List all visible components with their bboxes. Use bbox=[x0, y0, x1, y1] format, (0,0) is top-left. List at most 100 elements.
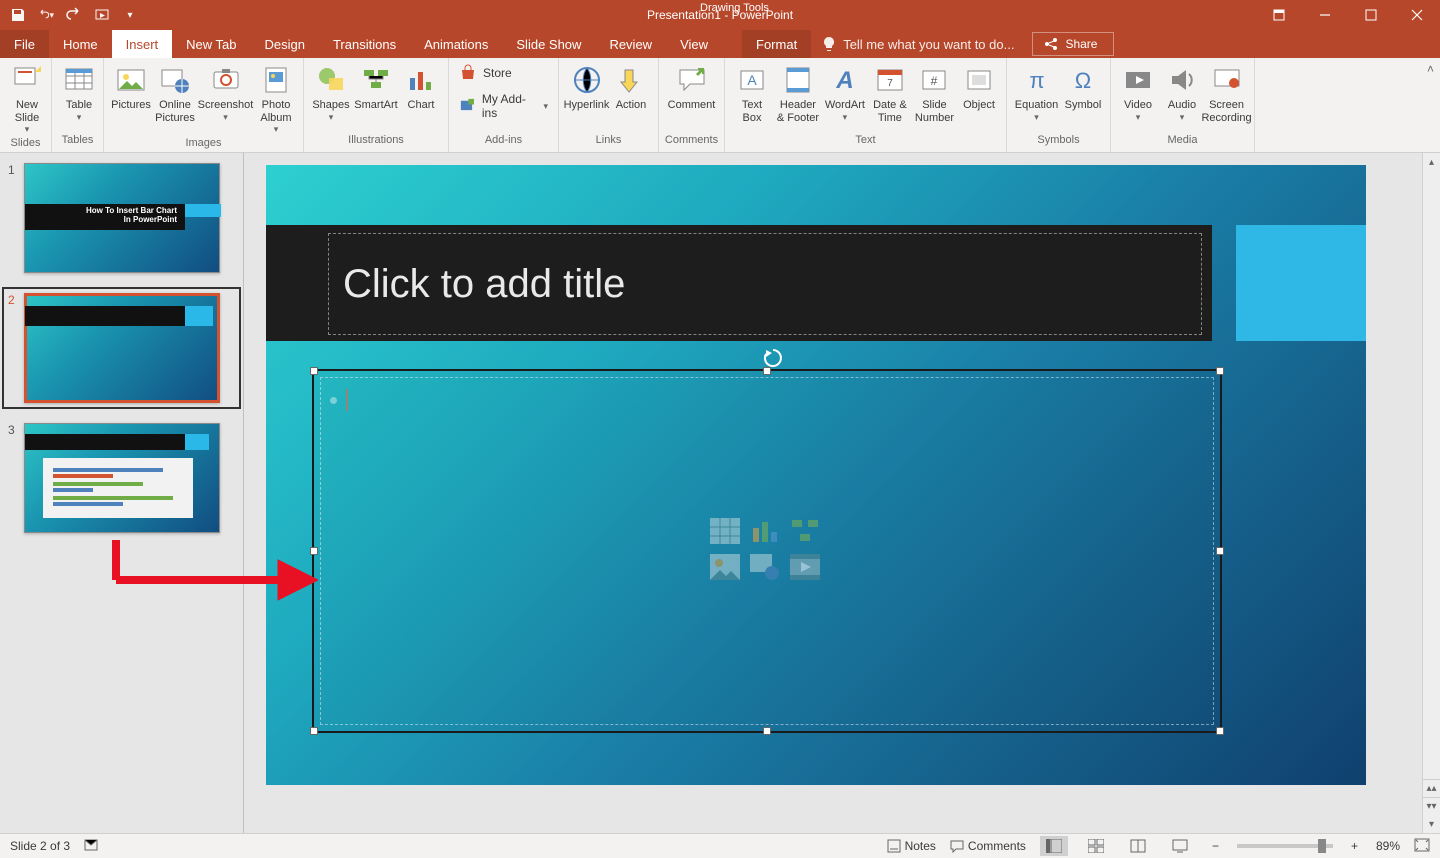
audio-button[interactable]: Audio▾ bbox=[1161, 62, 1203, 124]
reading-view-icon[interactable] bbox=[1124, 836, 1152, 856]
thumb-number-1: 1 bbox=[8, 163, 18, 177]
slide-thumbnail-2[interactable] bbox=[24, 293, 220, 403]
tab-design[interactable]: Design bbox=[251, 30, 319, 58]
zoom-level[interactable]: 89% bbox=[1376, 839, 1400, 853]
fit-to-window-icon[interactable] bbox=[1414, 838, 1430, 855]
tab-slideshow[interactable]: Slide Show bbox=[502, 30, 595, 58]
my-addins-button[interactable]: My Add-ins ▾ bbox=[455, 90, 552, 122]
insert-table-icon[interactable] bbox=[710, 518, 744, 548]
thumb-number-2: 2 bbox=[8, 293, 18, 307]
group-label-links: Links bbox=[559, 134, 658, 152]
title-placeholder[interactable]: Click to add title bbox=[328, 233, 1202, 335]
ribbon-display-options-icon[interactable] bbox=[1256, 0, 1302, 30]
slide-editor[interactable]: Click to add title bbox=[244, 153, 1440, 833]
header-footer-button[interactable]: Header & Footer bbox=[775, 62, 821, 126]
new-slide-button[interactable]: New Slide▾ bbox=[6, 62, 48, 137]
slide-thumbnail-3[interactable] bbox=[24, 423, 220, 533]
tab-home[interactable]: Home bbox=[49, 30, 112, 58]
smartart-button[interactable]: SmartArt bbox=[354, 62, 398, 114]
table-button[interactable]: Table▾ bbox=[58, 62, 100, 124]
slideshow-view-icon[interactable] bbox=[1166, 836, 1194, 856]
zoom-out-button[interactable]: − bbox=[1208, 839, 1223, 853]
screenshot-button[interactable]: Screenshot▾ bbox=[198, 62, 253, 124]
tab-format[interactable]: Format bbox=[742, 30, 811, 58]
wordart-button[interactable]: AWordArt▾ bbox=[823, 62, 867, 124]
slide-sorter-view-icon[interactable] bbox=[1082, 836, 1110, 856]
tab-file[interactable]: File bbox=[0, 30, 49, 58]
group-label-illustrations: Illustrations bbox=[304, 134, 448, 152]
video-icon bbox=[1122, 64, 1154, 96]
previous-slide-icon[interactable]: ▴▴ bbox=[1423, 779, 1440, 797]
scroll-down-icon[interactable]: ▾ bbox=[1423, 815, 1440, 833]
screen-recording-button[interactable]: Screen Recording bbox=[1205, 62, 1248, 126]
svg-text:7: 7 bbox=[887, 78, 893, 89]
text-box-button[interactable]: AText Box bbox=[731, 62, 773, 126]
notes-button[interactable]: Notes bbox=[887, 839, 936, 853]
tab-newtab[interactable]: New Tab bbox=[172, 30, 250, 58]
comments-button[interactable]: Comments bbox=[950, 839, 1026, 853]
slide-canvas[interactable]: Click to add title bbox=[266, 165, 1366, 785]
slide-indicator[interactable]: Slide 2 of 3 bbox=[10, 839, 70, 853]
spell-check-icon[interactable] bbox=[84, 837, 100, 856]
symbol-button[interactable]: ΩSymbol bbox=[1062, 62, 1104, 114]
slide-thumbnail-1[interactable]: How To Insert Bar Chart In PowerPoint bbox=[24, 163, 220, 273]
close-icon[interactable] bbox=[1394, 0, 1440, 30]
insert-chart-icon[interactable] bbox=[750, 518, 784, 548]
tab-transitions[interactable]: Transitions bbox=[319, 30, 410, 58]
shapes-icon bbox=[315, 64, 347, 96]
tab-review[interactable]: Review bbox=[595, 30, 666, 58]
tab-view[interactable]: View bbox=[666, 30, 722, 58]
collapse-ribbon-icon[interactable]: ˄ bbox=[1427, 62, 1434, 76]
hyperlink-button[interactable]: Hyperlink bbox=[565, 62, 608, 114]
status-bar: Slide 2 of 3 Notes Comments − + 89% bbox=[0, 833, 1440, 858]
ribbon-tabs: File Home Insert New Tab Design Transiti… bbox=[0, 30, 1440, 58]
group-label-comments: Comments bbox=[659, 134, 724, 152]
object-button[interactable]: Object bbox=[958, 62, 1000, 114]
new-slide-icon bbox=[11, 64, 43, 96]
online-pictures-button[interactable]: Online Pictures bbox=[154, 62, 196, 126]
svg-text:#: # bbox=[931, 74, 938, 88]
content-placeholder[interactable] bbox=[312, 369, 1222, 733]
insert-video-icon[interactable] bbox=[790, 554, 824, 584]
group-label-symbols: Symbols bbox=[1007, 134, 1110, 152]
slide-thumbnails-pane[interactable]: 1 How To Insert Bar Chart In PowerPoint … bbox=[0, 153, 244, 833]
slide-number-button[interactable]: #Slide Number bbox=[913, 62, 956, 126]
tab-animations[interactable]: Animations bbox=[410, 30, 502, 58]
insert-smartart-icon[interactable] bbox=[790, 518, 824, 548]
store-button[interactable]: Store bbox=[455, 62, 516, 84]
vertical-scrollbar[interactable]: ▴ ▴▴▾▾ ▾ bbox=[1422, 153, 1440, 833]
qat-customize-icon[interactable]: ▾ bbox=[122, 7, 138, 23]
rotation-handle-icon[interactable] bbox=[762, 347, 784, 369]
share-button[interactable]: Share bbox=[1032, 32, 1114, 56]
save-icon[interactable] bbox=[10, 7, 26, 23]
maximize-icon[interactable] bbox=[1348, 0, 1394, 30]
video-button[interactable]: Video▾ bbox=[1117, 62, 1159, 124]
action-button[interactable]: Action bbox=[610, 62, 652, 114]
group-label-slides: Slides bbox=[0, 137, 51, 152]
undo-icon[interactable]: ▾ bbox=[38, 7, 54, 23]
normal-view-icon[interactable] bbox=[1040, 836, 1068, 856]
photo-album-button[interactable]: Photo Album▾ bbox=[255, 62, 297, 137]
smartart-icon bbox=[360, 64, 392, 96]
comment-button[interactable]: Comment bbox=[665, 62, 718, 114]
next-slide-icon[interactable]: ▾▾ bbox=[1423, 797, 1440, 815]
online-pictures-icon bbox=[159, 64, 191, 96]
insert-online-pictures-icon[interactable] bbox=[750, 554, 784, 584]
redo-icon[interactable] bbox=[66, 7, 82, 23]
pictures-icon bbox=[115, 64, 147, 96]
date-time-button[interactable]: 7Date & Time bbox=[869, 62, 911, 126]
shapes-button[interactable]: Shapes▾ bbox=[310, 62, 352, 124]
svg-text:A: A bbox=[835, 67, 853, 94]
insert-pictures-icon[interactable] bbox=[710, 554, 744, 584]
zoom-in-button[interactable]: + bbox=[1347, 839, 1362, 853]
tell-me-search[interactable]: Tell me what you want to do... bbox=[811, 30, 1024, 58]
group-label-addins: Add-ins bbox=[449, 134, 558, 152]
scroll-up-icon[interactable]: ▴ bbox=[1423, 153, 1440, 171]
minimize-icon[interactable] bbox=[1302, 0, 1348, 30]
chart-button[interactable]: Chart bbox=[400, 62, 442, 114]
zoom-slider[interactable] bbox=[1237, 844, 1333, 848]
equation-button[interactable]: πEquation▾ bbox=[1013, 62, 1060, 124]
start-from-beginning-icon[interactable] bbox=[94, 7, 110, 23]
pictures-button[interactable]: Pictures bbox=[110, 62, 152, 114]
tab-insert[interactable]: Insert bbox=[112, 30, 173, 58]
